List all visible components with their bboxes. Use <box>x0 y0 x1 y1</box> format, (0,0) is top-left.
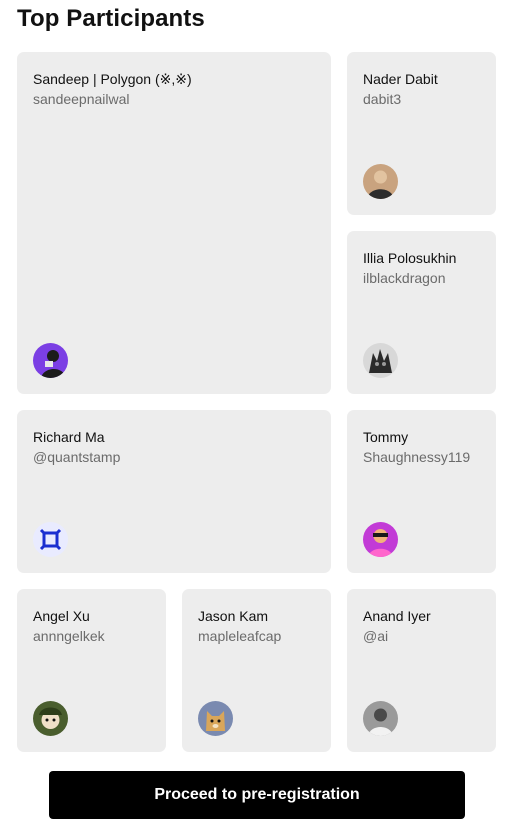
avatar-quantstamp-logo-icon <box>33 522 68 557</box>
proceed-pre-registration-button[interactable]: Proceed to pre-registration <box>49 771 465 819</box>
avatar <box>33 701 68 736</box>
participant-card-angel[interactable]: Angel Xu annngelkek <box>17 589 166 752</box>
participant-card-nader[interactable]: Nader Dabit dabit3 <box>347 52 496 215</box>
participant-name: Nader Dabit <box>363 71 438 87</box>
participant-handle: @quantstamp <box>33 449 121 465</box>
participant-name: Richard Ma <box>33 429 105 445</box>
avatar <box>363 164 398 199</box>
avatar-pink-character-icon <box>363 522 398 557</box>
avatar <box>198 701 233 736</box>
avatar-green-cartoon-icon <box>33 701 68 736</box>
participant-name: Angel Xu <box>33 608 90 624</box>
avatar <box>33 343 68 378</box>
participant-card-tommy[interactable]: Tommy Shaughnessy119 <box>347 410 496 573</box>
participant-handle: Shaughnessy119 <box>363 449 471 465</box>
avatar-person-photo-icon <box>363 164 398 199</box>
avatar-purple-person-icon <box>33 343 68 378</box>
participant-card-illia[interactable]: Illia Polosukhin ilblackdragon <box>347 231 496 394</box>
avatar <box>363 522 398 557</box>
participant-handle: mapleleafcap <box>198 628 282 644</box>
participant-handle: annngelkek <box>33 628 105 644</box>
participant-handle: ilblackdragon <box>363 270 446 286</box>
participant-card-jason[interactable]: Jason Kam mapleleafcap <box>182 589 331 752</box>
participant-card-sandeep[interactable]: Sandeep | Polygon (※,※) sandeepnailwal <box>17 52 331 394</box>
avatar-dragon-icon <box>363 343 398 378</box>
avatar-doge-icon <box>198 701 233 736</box>
participant-handle: sandeepnailwal <box>33 91 130 107</box>
participant-name: Illia Polosukhin <box>363 250 457 266</box>
participant-handle: dabit3 <box>363 91 402 107</box>
avatar <box>363 701 398 736</box>
participant-handle: @ai <box>363 628 389 644</box>
participant-name: Sandeep | Polygon (※,※) <box>33 71 192 87</box>
participant-name: Anand Iyer <box>363 608 431 624</box>
participant-name: Jason Kam <box>198 608 269 624</box>
participant-card-anand[interactable]: Anand Iyer @ai <box>347 589 496 752</box>
participant-name: Tommy <box>363 429 409 445</box>
participant-card-richard[interactable]: Richard Ma @quantstamp <box>17 410 331 573</box>
avatar <box>33 522 68 557</box>
avatar-person-bw-icon <box>363 701 398 736</box>
page-title: Top Participants <box>17 5 205 32</box>
avatar <box>363 343 398 378</box>
